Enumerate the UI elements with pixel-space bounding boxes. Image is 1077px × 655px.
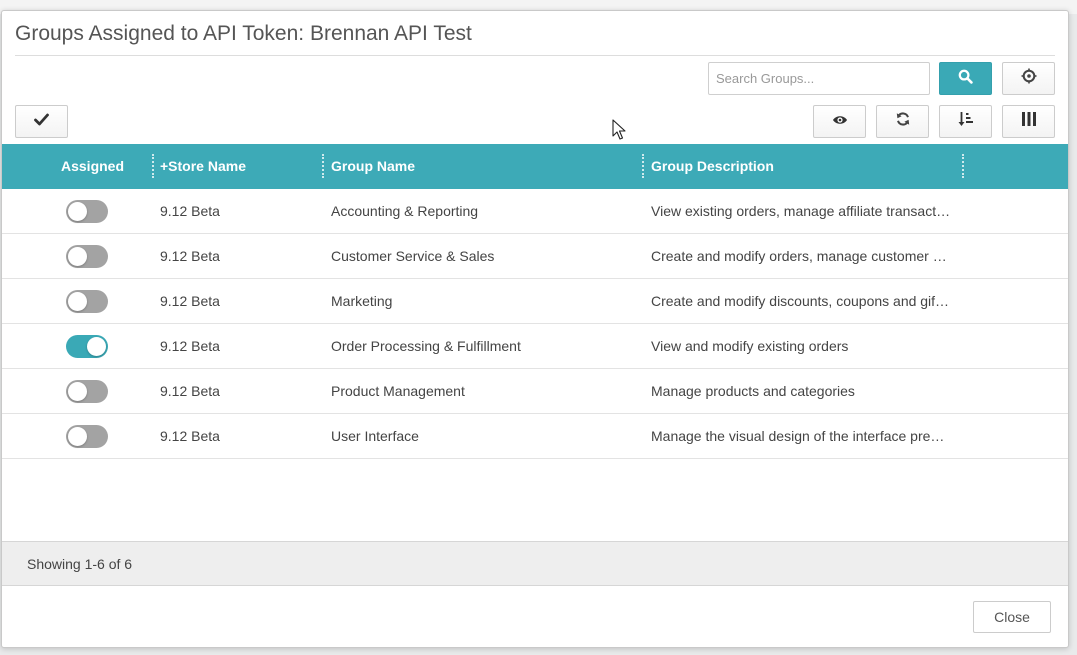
mouse-cursor-icon [612, 119, 626, 140]
group-description-cell: View and modify existing orders [651, 338, 849, 354]
sort-icon [958, 111, 974, 132]
search-icon [958, 69, 973, 89]
toggle-knob [68, 427, 87, 446]
column-resizer[interactable] [962, 154, 964, 178]
table-row[interactable]: 9.12 Beta Marketing Create and modify di… [2, 279, 1068, 324]
title-divider [15, 55, 1055, 56]
group-description-cell: Create and modify orders, manage custome… [651, 248, 947, 264]
group-name-cell: User Interface [331, 428, 419, 444]
modal-title: Groups Assigned to API Token: Brennan AP… [15, 22, 472, 45]
store-name-cell: 9.12 Beta [160, 338, 220, 354]
reset-search-button[interactable] [1002, 62, 1055, 95]
assigned-toggle[interactable] [66, 290, 108, 313]
grid-header: Assigned +Store Name Group Name Group De… [2, 144, 1068, 189]
column-header-group-name[interactable]: Group Name [331, 144, 415, 189]
grid-footer: Showing 1-6 of 6 [2, 541, 1068, 586]
columns-icon [1021, 111, 1037, 132]
table-row[interactable]: 9.12 Beta Product Management Manage prod… [2, 369, 1068, 414]
sort-button[interactable] [939, 105, 992, 138]
group-name-cell: Order Processing & Fulfillment [331, 338, 521, 354]
assigned-toggle[interactable] [66, 245, 108, 268]
assigned-toggle[interactable] [66, 335, 108, 358]
assigned-toggle[interactable] [66, 380, 108, 403]
view-button[interactable] [813, 105, 866, 138]
select-all-button[interactable] [15, 105, 68, 138]
target-icon [1021, 68, 1037, 89]
store-name-cell: 9.12 Beta [160, 293, 220, 309]
toggle-knob [68, 292, 87, 311]
column-resizer[interactable] [152, 154, 154, 178]
assigned-toggle[interactable] [66, 200, 108, 223]
group-name-cell: Accounting & Reporting [331, 203, 479, 219]
eye-icon [832, 113, 848, 131]
column-header-store-name[interactable]: +Store Name [160, 144, 246, 189]
group-description-cell: Create and modify discounts, coupons and… [651, 293, 950, 309]
groups-modal: Groups Assigned to API Token: Brennan AP… [1, 10, 1069, 648]
group-description-cell: View existing orders, manage affiliate t… [651, 203, 951, 219]
toggle-knob [68, 247, 87, 266]
group-name-cell: Marketing [331, 293, 393, 309]
search-input[interactable] [708, 62, 930, 95]
toggle-knob [68, 382, 87, 401]
checkmark-icon [34, 113, 49, 131]
group-name-cell: Product Management [331, 383, 465, 399]
store-name-cell: 9.12 Beta [160, 383, 220, 399]
toggle-knob [87, 337, 106, 356]
search-button[interactable] [939, 62, 992, 95]
group-description-cell: Manage products and categories [651, 383, 855, 399]
column-resizer[interactable] [642, 154, 644, 178]
refresh-button[interactable] [876, 105, 929, 138]
close-button[interactable]: Close [973, 601, 1051, 633]
store-name-cell: 9.12 Beta [160, 428, 220, 444]
assigned-toggle[interactable] [66, 425, 108, 448]
toggle-knob [68, 202, 87, 221]
group-name-cell: Customer Service & Sales [331, 248, 495, 264]
column-header-group-description[interactable]: Group Description [651, 144, 774, 189]
table-row[interactable]: 9.12 Beta Customer Service & Sales Creat… [2, 234, 1068, 279]
table-row[interactable]: 9.12 Beta Order Processing & Fulfillment… [2, 324, 1068, 369]
refresh-icon [895, 111, 911, 132]
columns-button[interactable] [1002, 105, 1055, 138]
column-header-assigned[interactable]: Assigned [61, 144, 124, 189]
group-description-cell: Manage the visual design of the interfac… [651, 428, 945, 444]
column-resizer[interactable] [322, 154, 324, 178]
store-name-cell: 9.12 Beta [160, 248, 220, 264]
pagination-status: Showing 1-6 of 6 [27, 556, 133, 572]
table-row[interactable]: 9.12 Beta User Interface Manage the visu… [2, 414, 1068, 459]
table-row[interactable]: 9.12 Beta Accounting & Reporting View ex… [2, 189, 1068, 234]
store-name-cell: 9.12 Beta [160, 203, 220, 219]
